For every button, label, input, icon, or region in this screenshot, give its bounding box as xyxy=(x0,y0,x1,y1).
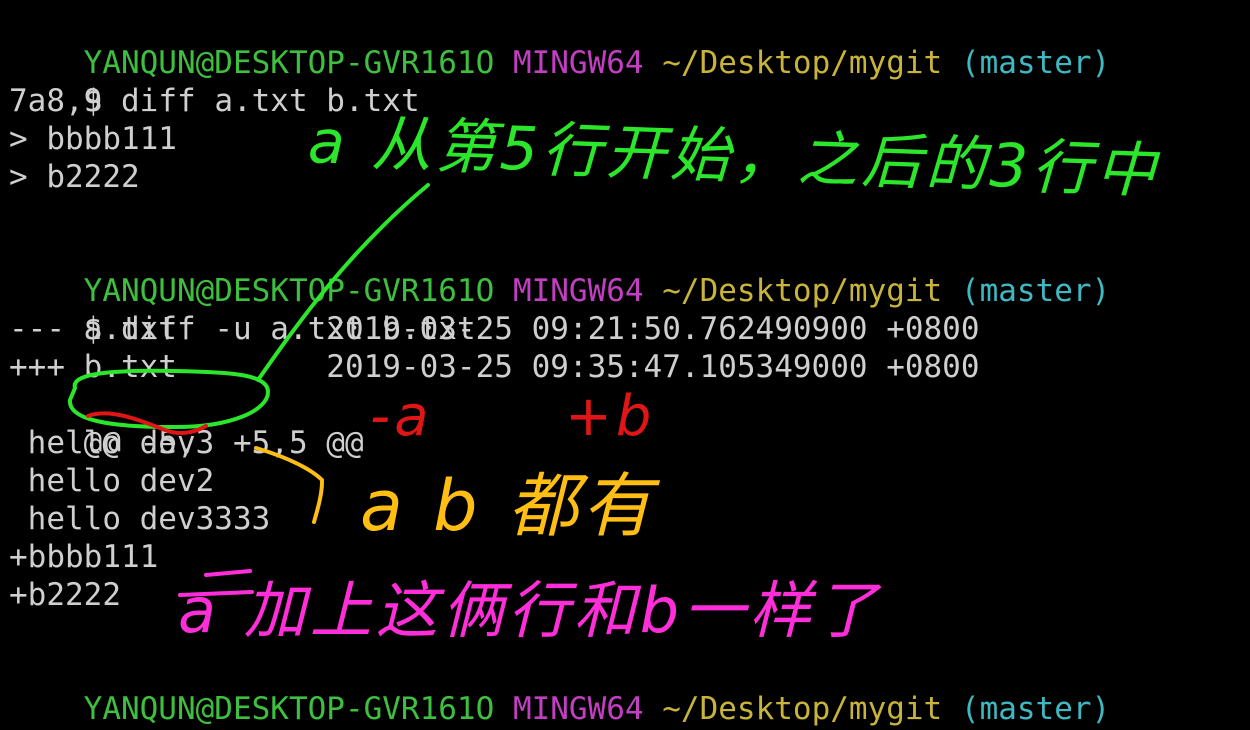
prompt-user-host: YANQUN@DESKTOP-GVR161O xyxy=(83,691,495,727)
command-line-2: $ diff -u a.txt b.txt xyxy=(9,272,476,347)
diff-context-line: hello dev2 xyxy=(9,463,215,499)
hunk-suffix: @@ xyxy=(307,425,364,461)
annotation-note-orange: a b 都有 xyxy=(360,465,656,547)
diff-added-line: +b2222 xyxy=(9,577,121,613)
output-line: > b2222 xyxy=(9,159,140,195)
annotation-note-red-minus: -a xyxy=(370,384,433,449)
prompt-system: MINGW64 xyxy=(512,273,644,309)
prompt-path: ~/Desktop/mygit xyxy=(662,45,943,81)
annotation-note-green: a 从第5行开始，之后的3行中 xyxy=(306,107,1161,207)
prompt-path: ~/Desktop/mygit xyxy=(662,691,943,727)
diff-context-line: hello dev xyxy=(9,425,196,461)
prompt-branch: (master) xyxy=(960,45,1111,81)
annotation-note-red-plus: +b xyxy=(565,384,656,449)
prompt-branch: (master) xyxy=(960,691,1111,727)
diff-hunk-header: @@ -5,3 +5,5 @@ xyxy=(9,386,364,461)
prompt-line-2: YANQUN@DESKTOP-GVR161O MINGW64 ~/Desktop… xyxy=(9,234,1111,309)
command-line-1: $ diff a.txt b.txt xyxy=(9,44,420,119)
prompt-branch: (master) xyxy=(960,273,1111,309)
prompt-system: MINGW64 xyxy=(512,691,644,727)
prompt-system: MINGW64 xyxy=(512,45,644,81)
diff-added-line: +bbbb111 xyxy=(9,539,159,575)
output-line: > bbbb111 xyxy=(9,121,177,157)
terminal-window[interactable]: YANQUN@DESKTOP-GVR161O MINGW64 ~/Desktop… xyxy=(0,0,1250,730)
prompt-line-3: YANQUN@DESKTOP-GVR161O MINGW64 ~/Desktop… xyxy=(9,652,1111,727)
prompt-path: ~/Desktop/mygit xyxy=(662,273,943,309)
diff-header-a: --- a.txt 2019-03-25 09:21:50.762490900 … xyxy=(9,311,980,347)
diff-context-line: hello dev3333 xyxy=(9,501,271,537)
diff-header-b: +++ b.txt 2019-03-25 09:35:47.105349000 … xyxy=(9,349,980,385)
prompt-line-1: YANQUN@DESKTOP-GVR161O MINGW64 ~/Desktop… xyxy=(9,6,1111,81)
command-line-3[interactable]: $ xyxy=(9,690,103,730)
annotation-note-pink: a 加上这俩行和b一样了 xyxy=(178,574,882,647)
output-line: 7a8,9 xyxy=(9,83,103,119)
